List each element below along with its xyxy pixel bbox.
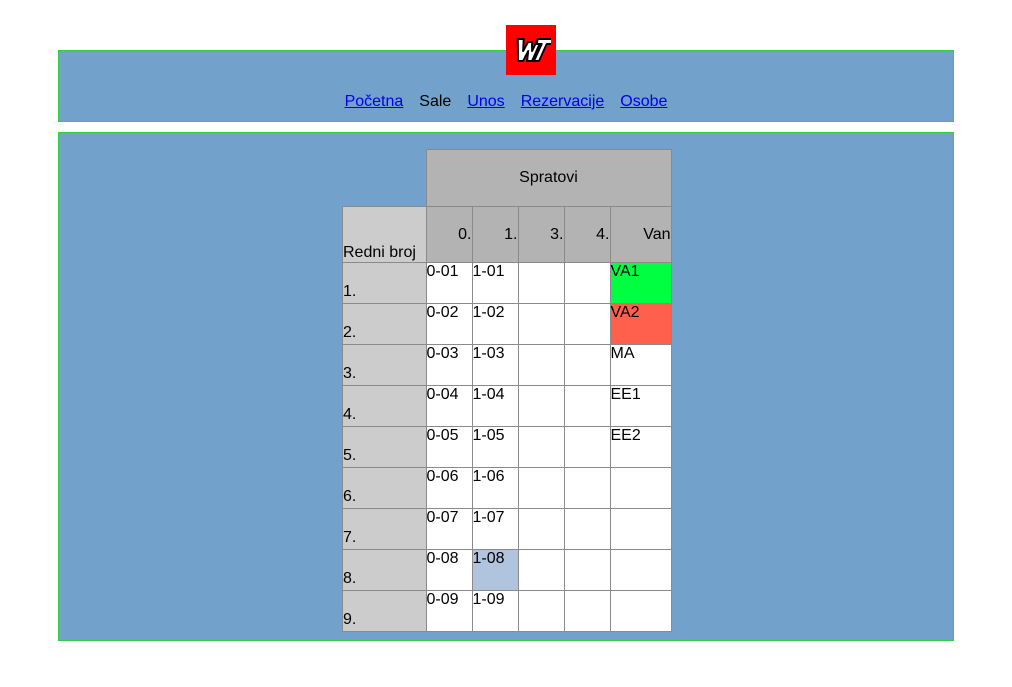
table-row: 5. 0-05 1-05 EE2 [342,426,672,468]
floor-header-1: 1. [471,206,519,263]
nav-link-osobe[interactable]: Osobe [620,93,667,110]
row-number: 4. [342,385,427,427]
wt-logo-icon [516,38,551,62]
room-cell-floor-1[interactable]: 1-04 [471,385,519,427]
room-cell-floor-1[interactable]: 1-01 [471,262,519,304]
room-cell-floor-4 [563,590,611,632]
room-cell-floor-1[interactable]: 1-08 [471,549,519,591]
room-cell-floor-van [609,590,672,632]
rooms-table: Spratovi Redni broj 0. 1. 3. 4. Van 1. 0-… [342,149,672,632]
room-cell-floor-van[interactable]: EE1 [609,385,672,427]
room-cell-floor-3 [517,467,565,509]
row-number: 3. [342,344,427,386]
table-row: 8. 0-08 1-08 [342,549,672,591]
room-cell-floor-van[interactable]: MA [609,344,672,386]
room-cell-floor-4 [563,303,611,345]
row-number: 6. [342,467,427,509]
floor-header-0: 0. [425,206,473,263]
table-row: 3. 0-03 1-03 MA [342,344,672,386]
room-cell-floor-0[interactable]: 0-02 [425,303,473,345]
row-number: 9. [342,590,427,632]
row-number: 2. [342,303,427,345]
room-cell-floor-1[interactable]: 1-03 [471,344,519,386]
row-number-header: Redni broj [342,206,427,263]
row-number: 7. [342,508,427,550]
room-cell-floor-3 [517,426,565,468]
room-cell-floor-0[interactable]: 0-05 [425,426,473,468]
room-cell-floor-0[interactable]: 0-04 [425,385,473,427]
row-number: 1. [342,262,427,304]
room-cell-floor-4 [563,385,611,427]
room-cell-floor-van [609,467,672,509]
content-panel: Spratovi Redni broj 0. 1. 3. 4. Van 1. 0-… [58,132,954,641]
room-cell-floor-4 [563,426,611,468]
room-cell-floor-4 [563,344,611,386]
room-cell-floor-0[interactable]: 0-07 [425,508,473,550]
room-cell-floor-4 [563,549,611,591]
table-row: 2. 0-02 1-02 VA2 [342,303,672,345]
table-row: 1. 0-01 1-01 VA1 [342,262,672,304]
nav-link-pocetna[interactable]: Početna [345,93,404,110]
room-cell-floor-1[interactable]: 1-02 [471,303,519,345]
floor-header-van: Van [609,206,672,263]
room-cell-floor-0[interactable]: 0-09 [425,590,473,632]
room-cell-floor-van[interactable]: VA2 [609,303,672,345]
nav-current-sale: Sale [419,93,452,110]
table-row: 6. 0-06 1-06 [342,467,672,509]
row-number: 5. [342,426,427,468]
floor-header-4: 4. [563,206,611,263]
room-cell-floor-3 [517,590,565,632]
room-cell-floor-0[interactable]: 0-06 [425,467,473,509]
room-cell-floor-4 [563,508,611,550]
room-cell-floor-3 [517,303,565,345]
floor-header-3: 3. [517,206,565,263]
table-row: 9. 0-09 1-09 [342,590,672,632]
room-cell-floor-1[interactable]: 1-09 [471,590,519,632]
room-cell-floor-3 [517,508,565,550]
floors-group-header: Spratovi [425,149,672,207]
room-cell-floor-0[interactable]: 0-03 [425,344,473,386]
room-cell-floor-4 [563,467,611,509]
logo[interactable] [506,25,556,75]
nav-link-rezervacije[interactable]: Rezervacije [521,93,605,110]
room-cell-floor-van [609,549,672,591]
room-cell-floor-3 [517,262,565,304]
room-cell-floor-0[interactable]: 0-08 [425,549,473,591]
table-corner [343,150,427,207]
room-cell-floor-3 [517,385,565,427]
row-number: 8. [342,549,427,591]
room-cell-floor-1[interactable]: 1-06 [471,467,519,509]
table-row: 7. 0-07 1-07 [342,508,672,550]
room-cell-floor-van[interactable]: EE2 [609,426,672,468]
main-nav: Početna Sale Unos Rezervacije Osobe [59,92,953,112]
table-row: 4. 0-04 1-04 EE1 [342,385,672,427]
room-cell-floor-0[interactable]: 0-01 [425,262,473,304]
room-cell-floor-3 [517,344,565,386]
room-cell-floor-1[interactable]: 1-05 [471,426,519,468]
room-cell-floor-van[interactable]: VA1 [609,262,672,304]
room-cell-floor-3 [517,549,565,591]
room-cell-floor-van [609,508,672,550]
room-cell-floor-1[interactable]: 1-07 [471,508,519,550]
room-cell-floor-4 [563,262,611,304]
nav-link-unos[interactable]: Unos [467,93,504,110]
